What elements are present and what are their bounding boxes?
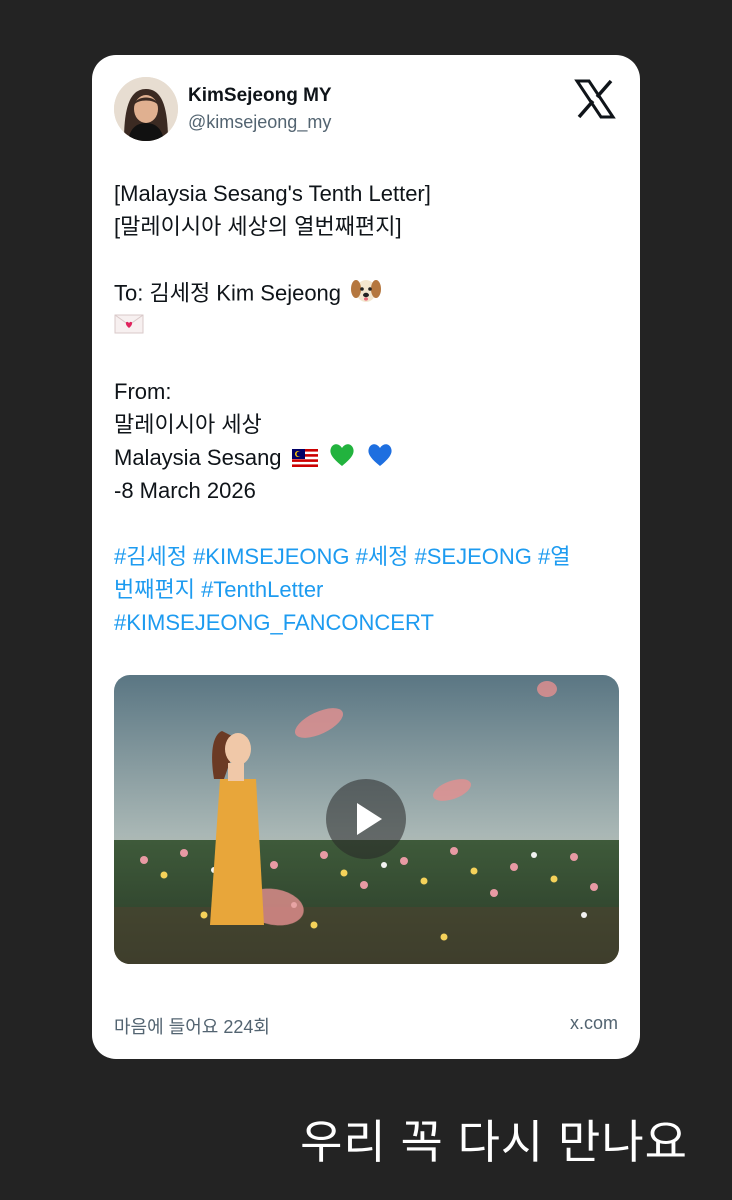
user-handle[interactable]: @kimsejeong_my <box>188 112 331 133</box>
text-line: [말레이시아 세상의 열번째편지] <box>114 214 402 239</box>
likes-count: 마음에 들어요 224회 <box>114 1017 270 1037</box>
story-caption: 우리 꼭 다시 만나요 <box>300 1116 688 1168</box>
tweet-text: [Malaysia Sesang's Tenth Letter] [말레이시아 … <box>114 177 619 639</box>
text-line: [Malaysia Sesang's Tenth Letter] <box>114 181 431 206</box>
video-thumbnail[interactable] <box>114 675 619 964</box>
malaysia-flag-emoji-icon <box>291 443 318 476</box>
x-logo-icon[interactable] <box>574 78 616 120</box>
play-button[interactable] <box>326 779 406 859</box>
text-line: Malaysia Sesang <box>114 445 282 470</box>
hashtag-line[interactable]: #김세정 #KIMSEJEONG #세정 #SEJEONG #열 <box>114 540 619 573</box>
text-line: 말레이시아 세상 <box>114 412 262 437</box>
display-name[interactable]: KimSejeong MY <box>188 85 332 107</box>
text-line-sender: Malaysia Sesang <box>114 441 619 474</box>
text-line: From: <box>114 379 172 404</box>
hashtag-line[interactable]: 번째편지 #TenthLetter <box>114 573 619 606</box>
tweet-header: KimSejeong MY @kimsejeong_my <box>92 55 640 165</box>
blue-heart-emoji-icon <box>366 442 394 477</box>
text-line-recipient: To: 김세정 Kim Sejeong <box>114 276 619 309</box>
hashtag-line[interactable]: #KIMSEJEONG_FANCONCERT <box>114 606 619 639</box>
source-domain-link[interactable]: x.com <box>570 1013 618 1034</box>
hashtags: #김세정 #KIMSEJEONG #세정 #SEJEONG #열 번째편지 #T… <box>114 540 619 639</box>
text-line-letter <box>114 309 619 342</box>
green-heart-emoji-icon <box>328 442 356 477</box>
tweet-card[interactable]: KimSejeong MY @kimsejeong_my [Malaysia S… <box>92 55 640 1059</box>
love-letter-emoji-icon <box>114 311 144 344</box>
dog-face-emoji-icon <box>351 276 382 313</box>
text-line: To: 김세정 Kim Sejeong <box>114 280 342 306</box>
avatar[interactable] <box>114 77 178 141</box>
text-line: -8 March 2026 <box>114 478 256 503</box>
